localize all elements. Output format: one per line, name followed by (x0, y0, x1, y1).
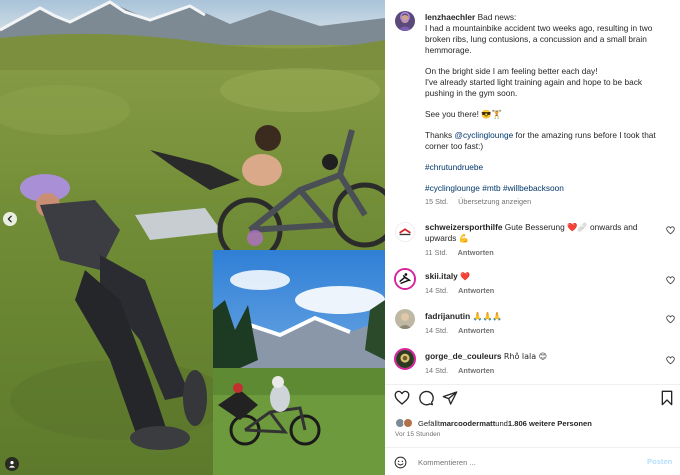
comment-like-button[interactable] (666, 315, 675, 324)
comment-icon (419, 390, 434, 406)
commenter-photo-image (396, 350, 414, 368)
paper-plane-icon (442, 391, 458, 405)
caption-thanks: Thanks @cyclinglounge for the amazing ru… (425, 130, 673, 152)
comment-meta: 14 Std. Antworten (425, 366, 502, 375)
commenter-username[interactable]: skii.italy (425, 271, 458, 281)
comment-text: schweizersporthilfe Gute Besserung ❤️🩹 o… (425, 222, 650, 244)
comment-meta: 14 Std. Antworten (425, 326, 502, 335)
commenter-avatar[interactable] (394, 348, 416, 370)
comment-like-button[interactable] (666, 276, 675, 285)
comment-composer: Posten (385, 448, 680, 475)
carousel-prev-button[interactable] (3, 212, 17, 226)
comment-time[interactable]: 11 Std. (425, 248, 448, 257)
likes-prefix: Gefällt (418, 418, 440, 428)
liker-avatar (403, 418, 413, 428)
commenter-avatar[interactable] (395, 309, 415, 329)
comment-button[interactable] (418, 390, 436, 408)
likes-summary[interactable]: Gefällt marcoodermatt und 1.806 weitere … (395, 417, 592, 429)
commenter-username[interactable]: fadrijanutin (425, 311, 470, 321)
author-avatar[interactable] (395, 11, 415, 31)
heart-icon (666, 226, 675, 235)
comment-body: ❤️ (460, 272, 471, 281)
likes-middle: und (495, 418, 508, 428)
smiley-icon (394, 456, 407, 469)
reply-button[interactable]: Antworten (458, 326, 494, 335)
save-button[interactable] (659, 390, 677, 408)
emoji-picker-button[interactable] (394, 456, 407, 469)
comment-meta: 14 Std. Antworten (425, 286, 502, 295)
caption-line-1: I had a mountainbike accident two weeks … (425, 23, 653, 55)
comment-text: gorge_de_couleurs Rhô lala 😊 (425, 351, 650, 362)
heart-icon (394, 390, 410, 405)
commenter-avatar[interactable] (395, 222, 415, 242)
commenter-username[interactable]: gorge_de_couleurs (425, 351, 502, 361)
skier-logo-image (396, 270, 414, 288)
post-detail-panel: lenzhaechler Bad news: I had a mountainb… (385, 0, 680, 475)
post-media[interactable] (0, 0, 385, 475)
mention-link-cyclinglounge[interactable]: @cyclinglounge (455, 130, 514, 140)
bookmark-icon (661, 390, 673, 406)
hashtag-link[interactable]: #mtb (482, 183, 500, 193)
like-button[interactable] (394, 390, 412, 408)
comment-text: skii.italy ❤️ (425, 271, 650, 282)
hashtag-link[interactable]: #willbebacksoon (503, 183, 564, 193)
likes-count[interactable]: 1.806 weitere Personen (508, 419, 592, 428)
sporthilfe-logo-image (396, 223, 414, 241)
comment-input[interactable] (418, 455, 638, 469)
commenter-photo-image (395, 309, 415, 329)
chevron-left-icon (7, 215, 12, 223)
reply-button[interactable]: Antworten (458, 248, 494, 257)
comment-time[interactable]: 14 Std. (425, 326, 448, 335)
liker-avatars (395, 417, 415, 429)
author-avatar-image (395, 11, 415, 31)
post-time[interactable]: 15 Std. (425, 197, 448, 206)
caption-line-2: On the bright side I am feeling better e… (425, 66, 598, 76)
post-photo-collage (0, 0, 385, 475)
comment-body: Rhô lala 😊 (503, 352, 548, 361)
heart-icon (666, 356, 675, 365)
translate-link[interactable]: Übersetzung anzeigen (458, 197, 531, 206)
person-tag-icon (8, 461, 16, 468)
hashtag-link[interactable]: #chrutundruebe (425, 162, 483, 172)
caption-thanks-pre: Thanks (425, 130, 455, 140)
caption-line-3: I've already started light training agai… (425, 77, 642, 98)
commenter-username[interactable]: schweizersporthilfe (425, 222, 502, 232)
hashtag-link[interactable]: #cyclinglounge (425, 183, 480, 193)
liker-username[interactable]: marcoodermatt (440, 419, 495, 428)
caption-line-4: See you there! 😎🏋 (425, 109, 502, 119)
reply-button[interactable]: Antworten (458, 366, 494, 375)
caption-intro: Bad news: (477, 12, 517, 22)
comment-like-button[interactable] (666, 226, 675, 235)
share-button[interactable] (442, 390, 460, 408)
commenter-avatar[interactable] (394, 268, 416, 290)
comment-time[interactable]: 14 Std. (425, 366, 448, 375)
heart-icon (666, 276, 675, 285)
comment-body: 🙏🙏🙏 (472, 312, 503, 321)
posted-timestamp[interactable]: Vor 15 Stunden (395, 431, 440, 438)
heart-icon (666, 315, 675, 324)
comments-scroll-area[interactable]: lenzhaechler Bad news: I had a mountainb… (385, 0, 680, 383)
post-comment-button[interactable]: Posten (647, 457, 672, 466)
post-caption: lenzhaechler Bad news: I had a mountainb… (425, 12, 673, 207)
author-username[interactable]: lenzhaechler (425, 12, 475, 22)
person-tag-button[interactable] (5, 457, 19, 471)
comment-text: fadrijanutin 🙏🙏🙏 (425, 311, 650, 322)
divider (385, 384, 680, 385)
comment-meta: 11 Std. Antworten (425, 248, 502, 257)
post-action-bar (385, 390, 680, 410)
comment-like-button[interactable] (666, 356, 675, 365)
reply-button[interactable]: Antworten (458, 286, 494, 295)
comment-time[interactable]: 14 Std. (425, 286, 448, 295)
